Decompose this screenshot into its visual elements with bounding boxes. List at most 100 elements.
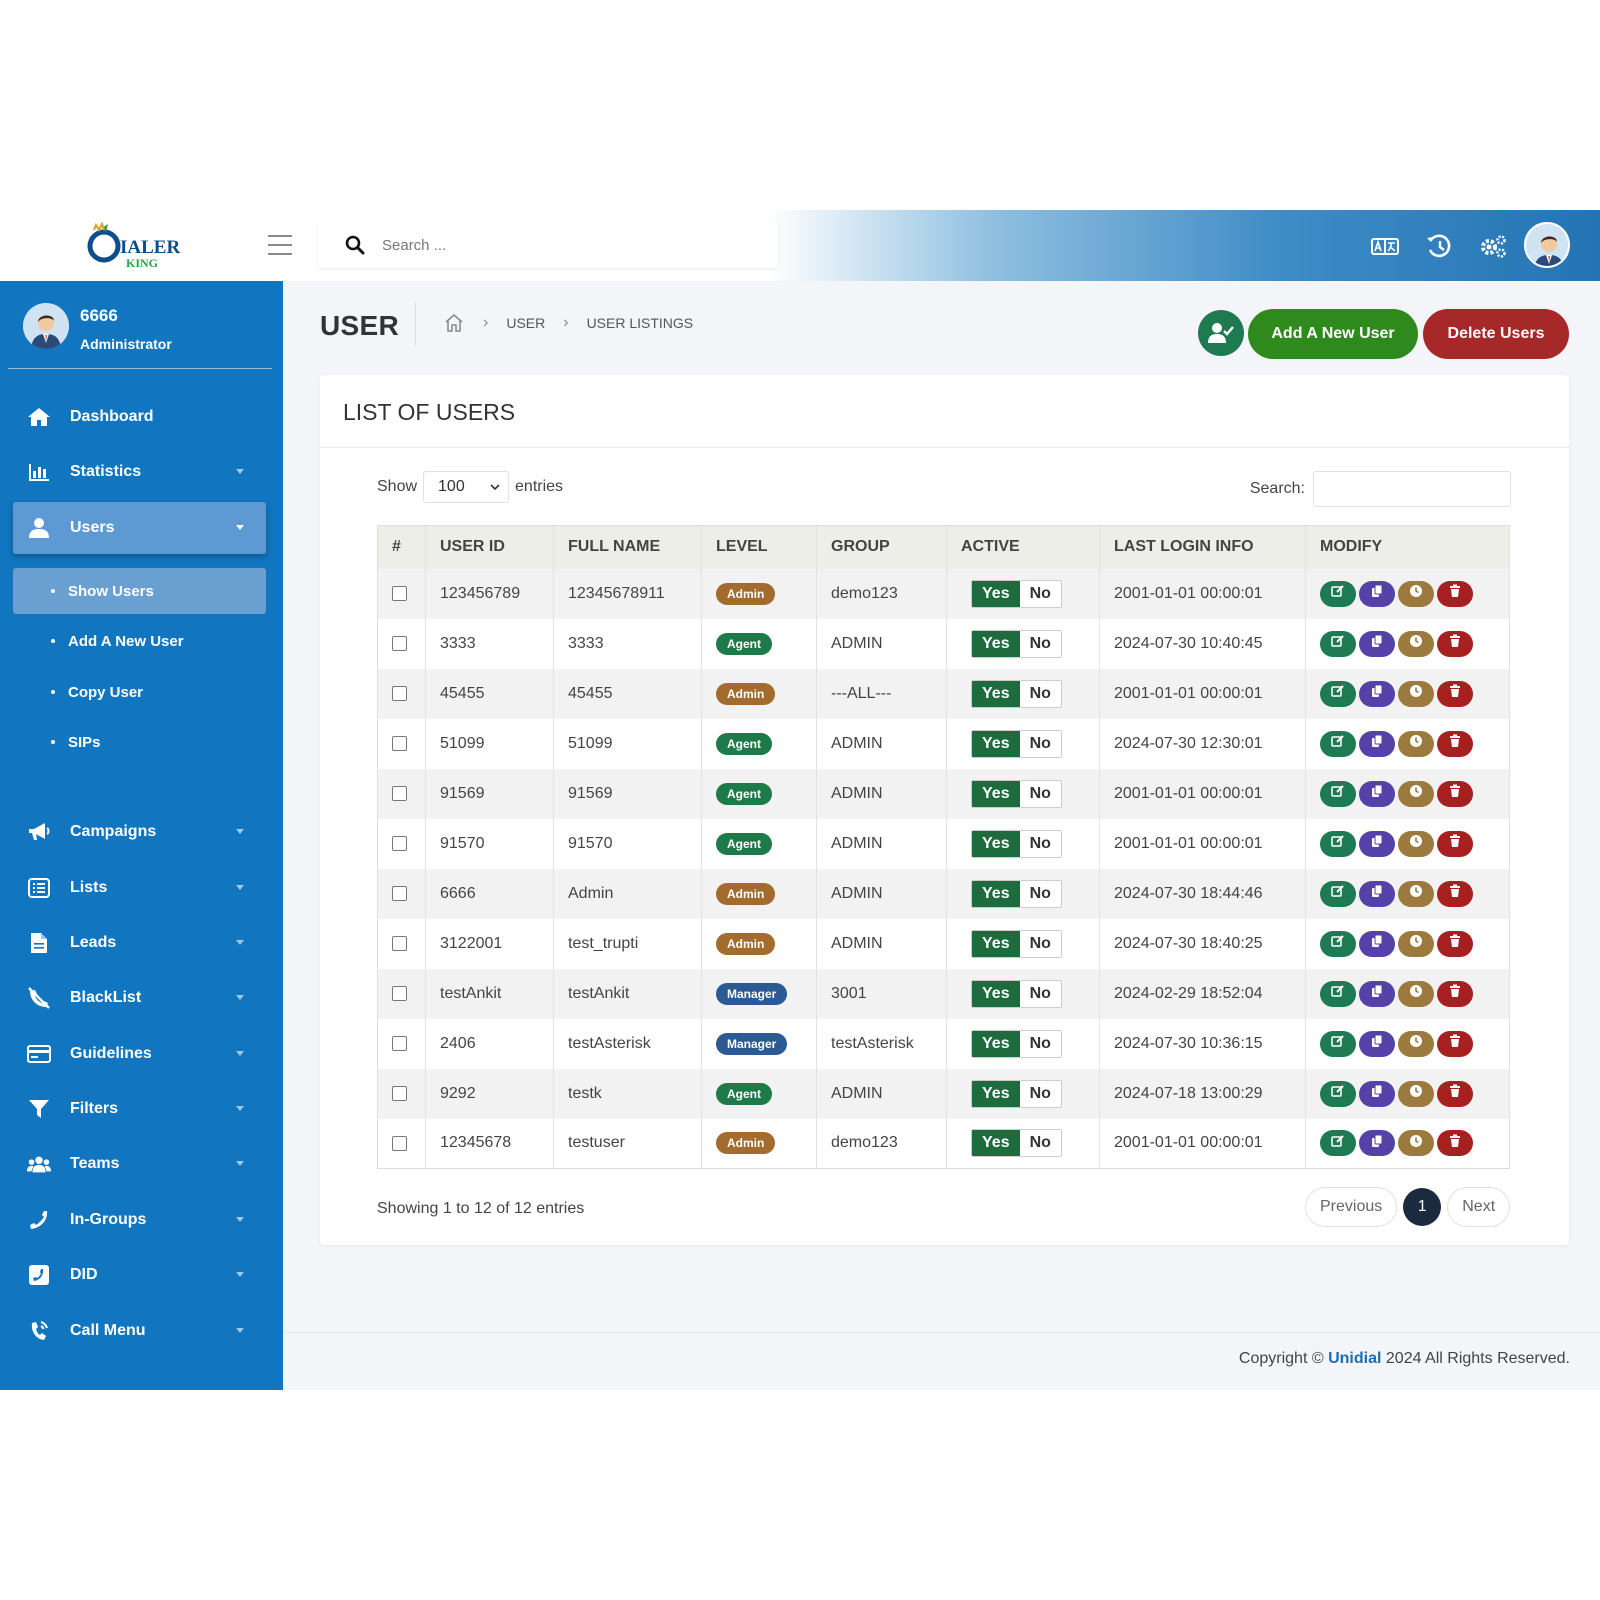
active-yes-option[interactable]: Yes bbox=[972, 680, 1020, 707]
sidebar-item-in-groups[interactable]: In-Groups bbox=[13, 1194, 266, 1246]
user-log-button[interactable] bbox=[1398, 830, 1434, 857]
column-header[interactable]: LEVEL bbox=[701, 525, 817, 569]
user-log-button[interactable] bbox=[1398, 730, 1434, 757]
active-no-option[interactable]: No bbox=[1019, 1080, 1061, 1107]
active-toggle[interactable]: Yes No bbox=[971, 929, 1062, 958]
active-toggle[interactable]: Yes No bbox=[971, 1029, 1062, 1058]
row-checkbox[interactable] bbox=[392, 635, 407, 651]
submenu-sips[interactable]: SIPs bbox=[13, 719, 266, 765]
active-toggle[interactable]: Yes No bbox=[971, 779, 1062, 808]
delete-user-button[interactable] bbox=[1437, 930, 1473, 957]
user-log-button[interactable] bbox=[1398, 980, 1434, 1007]
copy-user-button[interactable] bbox=[1359, 1080, 1395, 1107]
active-no-option[interactable]: No bbox=[1019, 1130, 1061, 1157]
column-header[interactable]: # bbox=[377, 525, 426, 569]
edit-user-button[interactable] bbox=[1320, 730, 1356, 757]
translate-icon[interactable] bbox=[1370, 232, 1400, 260]
copy-user-button[interactable] bbox=[1359, 580, 1395, 607]
edit-user-button[interactable] bbox=[1320, 780, 1356, 807]
sidebar-item-guidelines[interactable]: Guidelines bbox=[13, 1028, 266, 1080]
header-avatar[interactable] bbox=[1524, 222, 1570, 268]
sidebar-item-lists[interactable]: Lists bbox=[13, 862, 266, 914]
active-no-option[interactable]: No bbox=[1019, 680, 1061, 707]
copy-user-button[interactable] bbox=[1359, 880, 1395, 907]
active-toggle[interactable]: Yes No bbox=[971, 579, 1062, 608]
copy-user-button[interactable] bbox=[1359, 830, 1395, 857]
column-header[interactable]: GROUP bbox=[816, 525, 947, 569]
user-log-button[interactable] bbox=[1398, 1130, 1434, 1157]
sidebar-item-filters[interactable]: Filters bbox=[13, 1083, 266, 1135]
row-checkbox[interactable] bbox=[392, 685, 407, 701]
previous-page-button[interactable]: Previous bbox=[1305, 1187, 1398, 1227]
user-log-button[interactable] bbox=[1398, 1080, 1434, 1107]
user-log-button[interactable] bbox=[1398, 680, 1434, 707]
edit-user-button[interactable] bbox=[1320, 630, 1356, 657]
delete-user-button[interactable] bbox=[1437, 880, 1473, 907]
delete-user-button[interactable] bbox=[1437, 730, 1473, 757]
sidebar-item-call-menu[interactable]: Call Menu bbox=[13, 1305, 266, 1357]
active-yes-option[interactable]: Yes bbox=[972, 780, 1020, 807]
history-icon[interactable] bbox=[1424, 232, 1454, 260]
active-toggle[interactable]: Yes No bbox=[971, 679, 1062, 708]
delete-users-button[interactable]: Delete Users bbox=[1423, 309, 1569, 359]
delete-user-button[interactable] bbox=[1437, 580, 1473, 607]
row-checkbox[interactable] bbox=[392, 1035, 407, 1051]
active-yes-option[interactable]: Yes bbox=[972, 630, 1020, 657]
row-checkbox[interactable] bbox=[392, 885, 407, 901]
edit-user-button[interactable] bbox=[1320, 830, 1356, 857]
entries-select[interactable]: 100 bbox=[423, 471, 510, 503]
active-toggle[interactable]: Yes No bbox=[971, 829, 1062, 858]
column-header[interactable]: MODIFY bbox=[1305, 525, 1510, 569]
active-yes-option[interactable]: Yes bbox=[972, 1080, 1020, 1107]
row-checkbox[interactable] bbox=[392, 1135, 407, 1151]
sidebar-item-users[interactable]: Users bbox=[13, 502, 266, 554]
row-checkbox[interactable] bbox=[392, 935, 407, 951]
table-search-input[interactable] bbox=[1313, 471, 1511, 507]
user-log-button[interactable] bbox=[1398, 880, 1434, 907]
user-check-button[interactable] bbox=[1198, 310, 1244, 356]
active-no-option[interactable]: No bbox=[1019, 1030, 1061, 1057]
global-search-input[interactable] bbox=[382, 236, 742, 254]
edit-user-button[interactable] bbox=[1320, 1030, 1356, 1057]
edit-user-button[interactable] bbox=[1320, 580, 1356, 607]
column-header[interactable]: USER ID bbox=[425, 525, 554, 569]
active-no-option[interactable]: No bbox=[1019, 980, 1061, 1007]
copy-user-button[interactable] bbox=[1359, 1030, 1395, 1057]
copy-user-button[interactable] bbox=[1359, 1130, 1395, 1157]
active-yes-option[interactable]: Yes bbox=[972, 980, 1020, 1007]
active-toggle[interactable]: Yes No bbox=[971, 979, 1062, 1008]
active-toggle[interactable]: Yes No bbox=[971, 879, 1062, 908]
active-yes-option[interactable]: Yes bbox=[972, 880, 1020, 907]
settings-icon[interactable] bbox=[1478, 232, 1508, 260]
copy-user-button[interactable] bbox=[1359, 980, 1395, 1007]
menu-toggle-button[interactable] bbox=[268, 235, 292, 255]
active-no-option[interactable]: No bbox=[1019, 830, 1061, 857]
row-checkbox[interactable] bbox=[392, 835, 407, 851]
next-page-button[interactable]: Next bbox=[1447, 1187, 1511, 1227]
submenu-add-new-user[interactable]: Add A New User bbox=[13, 618, 266, 664]
active-no-option[interactable]: No bbox=[1019, 880, 1061, 907]
user-log-button[interactable] bbox=[1398, 930, 1434, 957]
add-new-user-button[interactable]: Add A New User bbox=[1248, 309, 1418, 359]
active-no-option[interactable]: No bbox=[1019, 930, 1061, 957]
delete-user-button[interactable] bbox=[1437, 630, 1473, 657]
active-no-option[interactable]: No bbox=[1019, 730, 1061, 757]
active-toggle[interactable]: Yes No bbox=[971, 629, 1062, 658]
sidebar-item-dashboard[interactable]: Dashboard bbox=[13, 391, 266, 443]
copy-user-button[interactable] bbox=[1359, 630, 1395, 657]
edit-user-button[interactable] bbox=[1320, 1130, 1356, 1157]
active-yes-option[interactable]: Yes bbox=[972, 1130, 1020, 1157]
sidebar-item-teams[interactable]: Teams bbox=[13, 1138, 266, 1190]
footer-brand-link[interactable]: Unidial bbox=[1328, 1350, 1381, 1367]
active-toggle[interactable]: Yes No bbox=[971, 1079, 1062, 1108]
copy-user-button[interactable] bbox=[1359, 930, 1395, 957]
delete-user-button[interactable] bbox=[1437, 780, 1473, 807]
sidebar-item-campaigns[interactable]: Campaigns bbox=[13, 806, 266, 858]
user-log-button[interactable] bbox=[1398, 780, 1434, 807]
breadcrumb-user[interactable]: USER bbox=[506, 315, 545, 331]
row-checkbox[interactable] bbox=[392, 735, 407, 751]
edit-user-button[interactable] bbox=[1320, 680, 1356, 707]
delete-user-button[interactable] bbox=[1437, 980, 1473, 1007]
dialer-king-logo[interactable]: IALER KING bbox=[80, 220, 190, 272]
current-page-button[interactable]: 1 bbox=[1403, 1188, 1442, 1226]
